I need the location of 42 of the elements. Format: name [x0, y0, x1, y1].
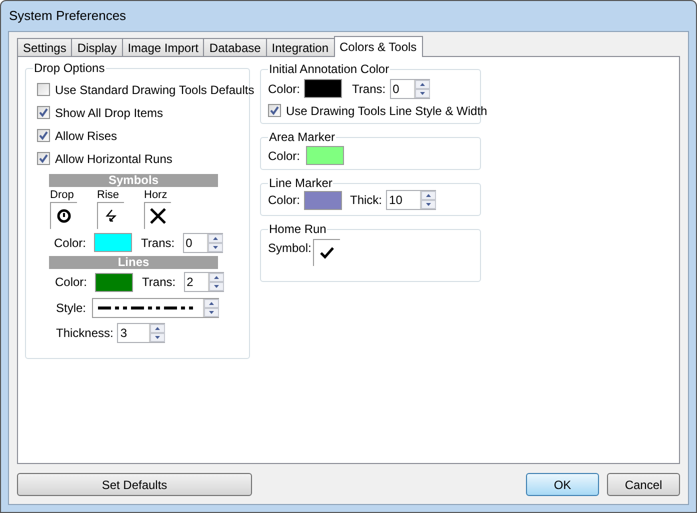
checkbox-label: Allow Horizontal Runs — [55, 150, 172, 168]
field-label: Color: — [54, 234, 86, 252]
field-label: Thickness: — [56, 325, 114, 342]
set-defaults-button[interactable]: Set Defaults — [17, 473, 252, 496]
field-label: Trans: — [352, 80, 386, 98]
tab[interactable]: Display — [71, 38, 123, 56]
field-label: Style: — [56, 300, 86, 316]
cancel-button[interactable]: Cancel — [607, 473, 680, 496]
field-label: Trans: — [142, 274, 176, 291]
field-label: Trans: — [141, 234, 175, 252]
field-label: Color: — [268, 192, 300, 209]
field-label: Symbol: — [268, 240, 312, 257]
tab[interactable]: Image Import — [122, 38, 204, 56]
checkbox-label: Use Standard Drawing Tools Defaults — [55, 82, 254, 98]
tab[interactable]: Colors & Tools — [334, 36, 423, 57]
field-label: Color: — [55, 274, 88, 291]
spin-field[interactable]: 10 — [386, 190, 436, 210]
field-label: Color: — [268, 80, 300, 98]
group-title: Home Run — [268, 222, 328, 236]
symbol-label: Horz — [144, 188, 168, 202]
checkbox-label: Allow Rises — [55, 128, 118, 144]
section-header: Lines — [49, 256, 218, 269]
spin-field[interactable]: 0 — [390, 78, 430, 98]
group-title: Initial Annotation Color — [268, 62, 390, 76]
group-title: Drop Options — [33, 61, 106, 75]
field-label: Color: — [268, 148, 300, 164]
symbol-label: Rise — [97, 188, 120, 202]
ok-button[interactable]: OK — [526, 473, 599, 496]
spin-field[interactable]: 0 — [182, 232, 223, 252]
tab[interactable]: Database — [203, 38, 267, 56]
window-title: System Preferences — [9, 7, 126, 26]
spin-field[interactable]: 3 — [117, 323, 166, 343]
symbol-label: Drop — [50, 188, 74, 202]
group-title: Line Marker — [268, 176, 334, 190]
tab[interactable]: Settings — [17, 38, 72, 56]
checkbox-label: Show All Drop Items — [55, 104, 164, 122]
spin-field[interactable]: 2 — [184, 272, 224, 292]
tab[interactable]: Integration — [266, 38, 335, 56]
field-label: Thick: — [350, 192, 382, 209]
section-header: Symbols — [49, 174, 218, 187]
checkbox-label: Use Drawing Tools Line Style & Width — [286, 102, 488, 120]
group-title: Area Marker — [268, 130, 336, 144]
